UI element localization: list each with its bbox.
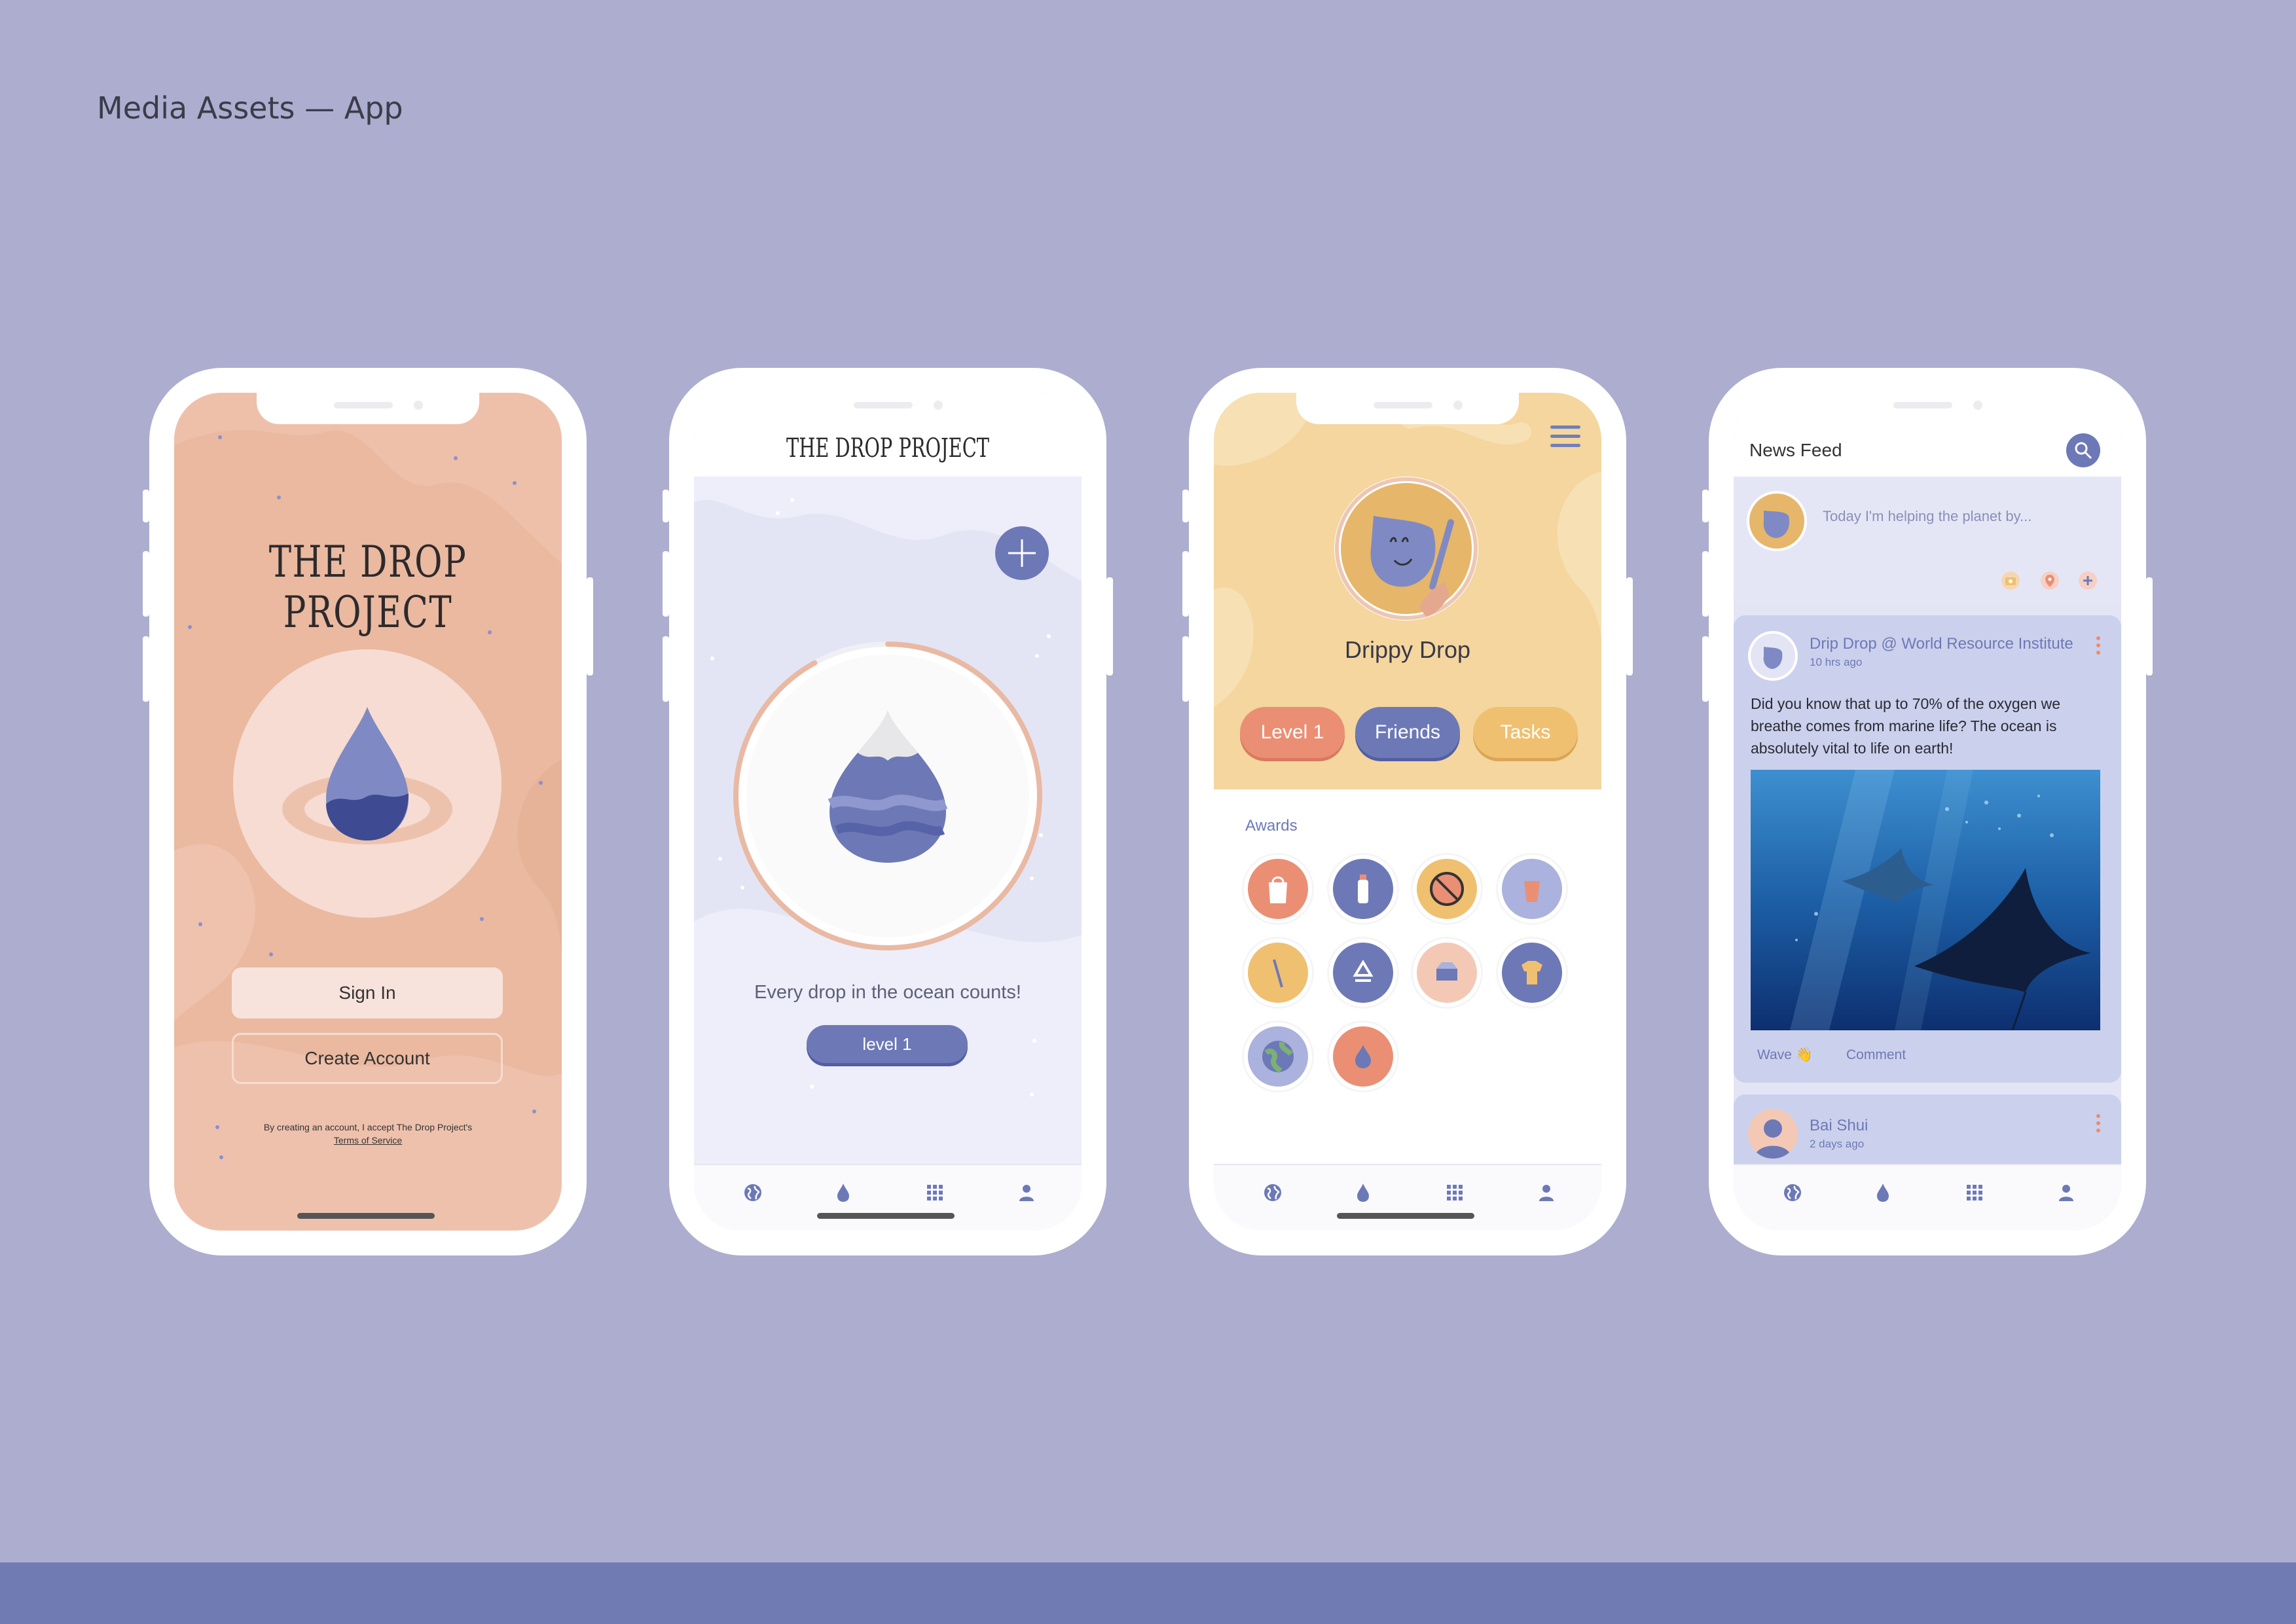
drop-icon [1357, 1183, 1369, 1202]
grid-icon [1967, 1185, 1982, 1200]
post-author[interactable]: Bai Shui [1810, 1117, 1868, 1135]
post-card: Drip Drop @ World Resource Institute 10 … [1734, 615, 2121, 1083]
phone-news-feed: News Feed Today I'm helping the planet b… [1702, 368, 2153, 1255]
profile-icon [1539, 1185, 1554, 1201]
page-title: Media Assets — App [97, 90, 403, 126]
legal-text: By creating an account, I accept The Dro… [174, 1121, 562, 1147]
search-icon [2075, 442, 2092, 460]
tab-drop[interactable] [1870, 1180, 1896, 1206]
water-drop-badge[interactable] [1329, 1022, 1397, 1091]
post-time: 10 hrs ago [1810, 656, 1863, 668]
footer-band [0, 1562, 2296, 1624]
news-feed-screen: News Feed Today I'm helping the planet b… [1734, 393, 2121, 1231]
profile-screen: Drippy Drop Level 1 Friends Tasks Awards [1214, 393, 1601, 1231]
grid-icon [1447, 1185, 1463, 1200]
compose-prompt: Today I'm helping the planet by... [1823, 508, 2032, 524]
home-screen: THE DROP PROJECT Every drop in the ocean… [694, 393, 1082, 1231]
manta-ray-ocean-photo[interactable] [1751, 770, 2100, 1030]
post-more-button[interactable] [2096, 636, 2100, 658]
location-pin-icon[interactable] [2040, 571, 2060, 590]
tab-drop[interactable] [830, 1180, 856, 1206]
post-author-avatar[interactable] [1748, 631, 1798, 681]
shirt-badge[interactable] [1498, 939, 1566, 1007]
drop-icon [1877, 1183, 1889, 1202]
profile-name: Drippy Drop [1344, 636, 1471, 663]
home-indicator [297, 1213, 435, 1219]
tab-bar [1734, 1164, 2121, 1231]
tab-profile[interactable] [1013, 1180, 1040, 1206]
phone-profile: Drippy Drop Level 1 Friends Tasks Awards [1182, 368, 1633, 1255]
tab-profile[interactable] [1533, 1180, 1559, 1206]
post-text: Did you know that up to 70% of the oxyge… [1751, 695, 2061, 757]
tab-globe[interactable] [1779, 1180, 1806, 1206]
plastic-bag-badge[interactable] [1244, 855, 1312, 923]
home-indicator [817, 1213, 955, 1219]
phone-sign-in: THE DROP PROJECT Sign In Create Account … [143, 368, 593, 1255]
home-indicator [1337, 1213, 1474, 1219]
tab-grid[interactable] [922, 1180, 948, 1206]
phone-home: THE DROP PROJECT Every drop in the ocean… [663, 368, 1113, 1255]
cup-badge[interactable] [1498, 855, 1566, 923]
drop-icon [837, 1183, 849, 1202]
profile-header: Drippy Drop Level 1 Friends Tasks [1214, 393, 1601, 789]
tab-drop[interactable] [1350, 1180, 1376, 1206]
straw-badge[interactable] [1244, 939, 1312, 1007]
tab-grid[interactable] [1442, 1180, 1468, 1206]
globe-icon [744, 1184, 761, 1201]
globe-icon [1784, 1184, 1801, 1201]
globe-icon [1264, 1184, 1281, 1201]
terms-link[interactable]: Terms of Service [334, 1135, 402, 1146]
wave-button[interactable]: Wave 👋 [1757, 1047, 1813, 1063]
tab-bar [694, 1164, 1082, 1231]
water-drop-logo [282, 707, 452, 844]
post-time: 2 days ago [1810, 1138, 1865, 1150]
comment-button[interactable]: Comment [1846, 1047, 1906, 1063]
post-author-avatar[interactable] [1748, 1109, 1798, 1159]
brand-title: THE DROP PROJECT [268, 537, 467, 638]
menu-button[interactable] [1550, 425, 1580, 453]
post-author[interactable]: Drip Drop @ World Resource Institute [1810, 635, 2073, 653]
avatar-drippy-drop [1335, 477, 1478, 620]
friends-pill[interactable]: Friends [1355, 707, 1460, 758]
profile-icon [1019, 1185, 1034, 1201]
tab-bar [1214, 1164, 1601, 1231]
camera-icon[interactable] [2001, 571, 2020, 590]
tagline: Every drop in the ocean counts! [754, 982, 1021, 1003]
food-container-badge[interactable] [1413, 939, 1481, 1007]
brand-title: THE DROP PROJECT [786, 433, 989, 463]
level-button[interactable]: level 1 [807, 1025, 968, 1063]
post-more-button[interactable] [2096, 1114, 2100, 1136]
progress-ring [733, 641, 1042, 950]
water-bottle-badge[interactable] [1329, 855, 1397, 923]
awards-label: Awards [1245, 817, 1298, 835]
profile-avatar[interactable] [1334, 477, 1478, 621]
plus-icon[interactable] [2078, 571, 2098, 590]
tab-profile[interactable] [2053, 1180, 2079, 1206]
composer-avatar [1747, 491, 1807, 551]
tab-grid[interactable] [1961, 1180, 1988, 1206]
tab-globe[interactable] [740, 1180, 766, 1206]
sign-in-button[interactable]: Sign In [232, 967, 503, 1019]
level-pill[interactable]: Level 1 [1240, 707, 1345, 758]
plus-icon [1008, 539, 1036, 567]
no-plastic-badge[interactable] [1413, 855, 1481, 923]
tasks-pill[interactable]: Tasks [1473, 707, 1578, 758]
hamburger-icon [1550, 425, 1580, 429]
add-button[interactable] [995, 526, 1049, 580]
compose-box[interactable]: Today I'm helping the planet by... [1734, 477, 2121, 605]
news-feed-title: News Feed [1749, 440, 1842, 460]
legal-line: By creating an account, I accept The Dro… [263, 1122, 473, 1132]
sign-in-screen: THE DROP PROJECT Sign In Create Account … [174, 393, 562, 1231]
earth-badge[interactable] [1244, 1022, 1312, 1091]
recycle-badge[interactable] [1329, 939, 1397, 1007]
create-account-button[interactable]: Create Account [232, 1033, 503, 1084]
grid-icon [927, 1185, 943, 1200]
search-button[interactable] [2066, 433, 2100, 467]
tab-globe[interactable] [1260, 1180, 1286, 1206]
profile-icon [2059, 1185, 2073, 1201]
